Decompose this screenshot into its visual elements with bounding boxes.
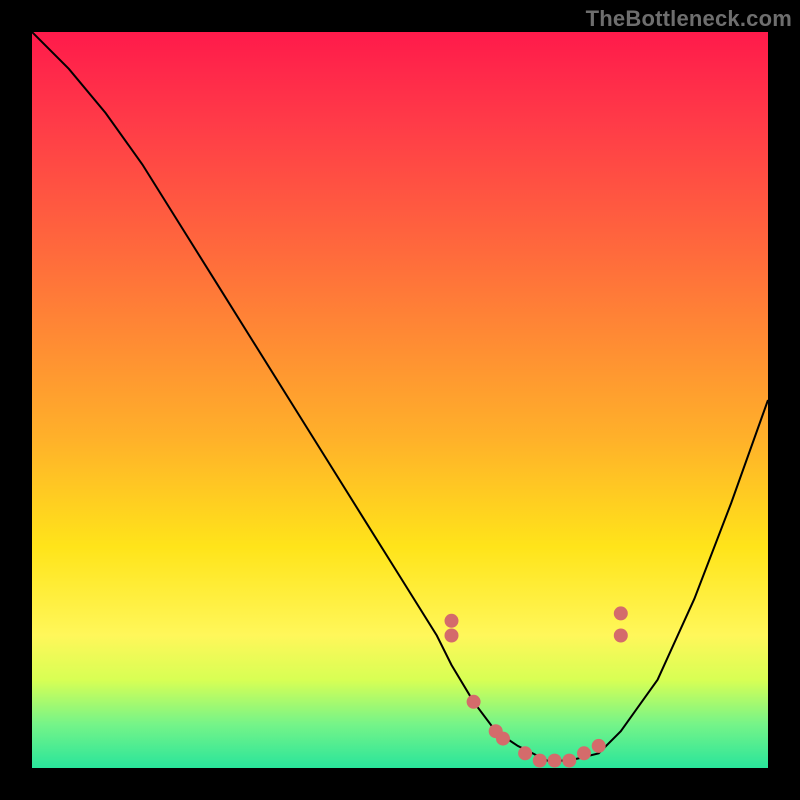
marker-dot	[467, 695, 481, 709]
curve-svg	[32, 32, 768, 768]
marker-dot	[445, 629, 459, 643]
marker-dot	[496, 732, 510, 746]
marker-dot	[592, 739, 606, 753]
marker-dot	[518, 746, 532, 760]
chart-frame: TheBottleneck.com	[0, 0, 800, 800]
marker-group	[445, 606, 628, 767]
bottleneck-curve-path	[32, 32, 768, 761]
marker-dot	[533, 754, 547, 768]
marker-dot	[614, 629, 628, 643]
marker-dot	[562, 754, 576, 768]
marker-dot	[548, 754, 562, 768]
marker-dot	[614, 606, 628, 620]
plot-area	[32, 32, 768, 768]
watermark-text: TheBottleneck.com	[586, 6, 792, 32]
marker-dot	[577, 746, 591, 760]
marker-dot	[445, 614, 459, 628]
